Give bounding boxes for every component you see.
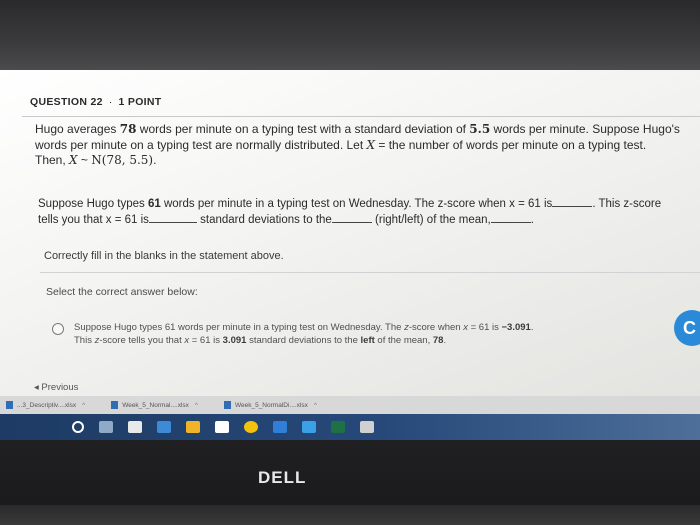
stem-text: Hugo averages: [35, 122, 120, 136]
option-text: -score when: [408, 322, 464, 333]
statement-text: standard deviations to the: [200, 214, 332, 226]
statement-line-1: Suppose Hugo types 61 words per minute i…: [38, 196, 700, 212]
option-text: of the mean,: [374, 334, 433, 346]
statement-text: = 61 is: [111, 214, 149, 226]
mean-blank[interactable]: [490, 212, 531, 223]
excel-file-icon: [111, 401, 119, 409]
screen: QUESTION 22 · 1 POINT Hugo averages 78 wor…: [0, 70, 700, 396]
option-text: .: [443, 334, 447, 346]
statement-value: 61: [147, 198, 161, 210]
statement-text: Suppose Hugo types: [38, 198, 148, 210]
select-label: Select the correct answer below:: [46, 286, 198, 298]
excel-file-icon: [223, 401, 231, 409]
download-filename: Week_5_NormalDi....xlsx: [234, 401, 308, 409]
option-text: Suppose Hugo types 61 words per minute i…: [74, 322, 405, 333]
stem-text: ~: [77, 153, 92, 167]
stem-text: words per minute. Suppose Hugo's: [490, 122, 680, 136]
header-separator: ·: [108, 96, 113, 108]
option-text: This: [74, 334, 95, 346]
app-icon[interactable]: [302, 421, 316, 433]
mail-icon[interactable]: [215, 421, 229, 433]
stem-line-3: Then, X ~ N(78, 5.5).: [35, 153, 700, 169]
stem-text: words per minute on a typing test are no…: [35, 137, 367, 152]
statement-text: -score when: [443, 198, 510, 210]
stem-sd: 5.5: [469, 122, 491, 136]
folder-icon[interactable]: [186, 421, 200, 433]
edge-icon[interactable]: [273, 421, 287, 433]
answer-option-text[interactable]: Suppose Hugo types 61 words per minute i…: [74, 322, 533, 347]
option-text: standard deviations to the: [246, 334, 361, 346]
answer-option[interactable]: Suppose Hugo types 61 words per minute i…: [52, 322, 700, 347]
previous-button[interactable]: ◂ Previous: [34, 382, 78, 393]
stem-line-1: Hugo averages 78 words per minute on a t…: [35, 122, 700, 138]
stem-text: words per minute on a typing test with a…: [136, 122, 470, 136]
download-item[interactable]: ...3_Descriptiv....xlsx ^: [6, 401, 85, 409]
chrome-icon[interactable]: [244, 421, 258, 433]
std-dev-blank[interactable]: [148, 212, 197, 223]
option-text: = 61 is: [467, 322, 502, 333]
statement-text: .: [530, 214, 534, 226]
section-divider: [40, 272, 700, 273]
dell-logo: DELL: [258, 468, 307, 487]
option-zscore: −3.091: [501, 322, 531, 333]
option-mean: 78: [432, 334, 444, 346]
app-icon[interactable]: [360, 421, 374, 433]
question-stem: Hugo averages 78 words per minute on a t…: [35, 122, 700, 169]
option-text: -score tells you that: [99, 334, 185, 346]
download-filename: ...3_Descriptiv....xlsx: [17, 401, 77, 409]
option-direction: left: [360, 334, 375, 346]
direction-blank[interactable]: [331, 212, 372, 223]
option-line-1: Suppose Hugo types 61 words per minute i…: [74, 322, 533, 335]
store-icon[interactable]: [128, 421, 142, 433]
question-number: QUESTION 22: [30, 96, 103, 108]
stem-text: = the number of words per minute on a ty…: [375, 137, 647, 152]
statement-text: -score: [629, 198, 662, 210]
question-points: 1 POINT: [118, 96, 162, 108]
zscore-blank[interactable]: [552, 196, 593, 207]
option-text: = 61 is: [189, 334, 223, 346]
download-filename: Week_5_Normal....xlsx: [122, 401, 189, 409]
option-text: .: [530, 322, 534, 333]
download-item[interactable]: Week_5_NormalDi....xlsx ^: [223, 401, 317, 409]
statement-line-2: tells you that x = 61 is standard deviat…: [38, 212, 700, 228]
excel-file-icon: [6, 401, 13, 409]
question-header: QUESTION 22 · 1 POINT: [30, 96, 161, 108]
statement-text: = 61 is: [514, 198, 553, 210]
option-sd-count: 3.091: [222, 334, 247, 346]
instruction-text: Correctly fill in the blanks in the stat…: [44, 250, 284, 262]
radio-button[interactable]: [52, 323, 64, 335]
download-item[interactable]: Week_5_Normal....xlsx ^: [111, 401, 198, 409]
stem-mean: 78: [119, 122, 137, 136]
laptop-top-bezel: [0, 0, 700, 70]
downloads-bar: ...3_Descriptiv....xlsx ^ Week_5_Normal.…: [0, 396, 700, 414]
fill-in-statement: Suppose Hugo types 61 words per minute i…: [38, 196, 700, 228]
search-icon[interactable]: [72, 421, 84, 433]
stem-text: .: [153, 153, 157, 167]
statement-text: tells you that: [38, 214, 106, 226]
statement-text: (right/left) of the mean,: [375, 214, 491, 226]
stem-var: X: [69, 153, 78, 167]
stem-var: X: [366, 137, 376, 152]
statement-text: words per minute in a typing test on Wed…: [160, 198, 438, 210]
chevron-up-icon: ^: [194, 401, 198, 409]
task-view-icon[interactable]: [99, 421, 113, 433]
chevron-up-icon: ^: [313, 401, 317, 409]
calendar-icon[interactable]: [157, 421, 171, 433]
laptop-base: [0, 505, 700, 525]
chat-icon: C: [683, 317, 696, 338]
statement-text: . This: [592, 198, 624, 210]
header-divider: [22, 116, 700, 117]
stem-line-2: words per minute on a typing test are no…: [35, 138, 700, 154]
excel-icon[interactable]: [331, 421, 345, 433]
chevron-up-icon: ^: [82, 401, 86, 409]
stem-text: Then,: [35, 153, 70, 167]
option-line-2: This z-score tells you that x = 61 is 3.…: [74, 335, 533, 348]
stem-distribution: N(78, 5.5): [91, 153, 154, 167]
taskbar: [0, 414, 700, 440]
